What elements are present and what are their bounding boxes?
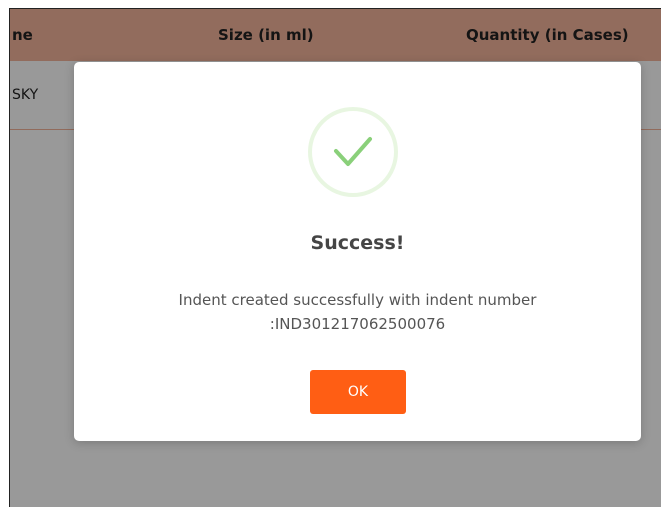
success-check-icon	[308, 107, 398, 197]
ok-button[interactable]: OK	[310, 370, 406, 414]
modal-message: Indent created successfully with indent …	[114, 288, 601, 336]
modal-message-line1: Indent created successfully with indent …	[178, 291, 537, 309]
modal-title: Success!	[310, 232, 405, 254]
success-modal: Success! Indent created successfully wit…	[74, 62, 641, 441]
modal-message-line2: :IND301217062500076	[269, 315, 446, 333]
page-frame: ne Size (in ml) Quantity (in Cases) SKY …	[9, 8, 661, 507]
